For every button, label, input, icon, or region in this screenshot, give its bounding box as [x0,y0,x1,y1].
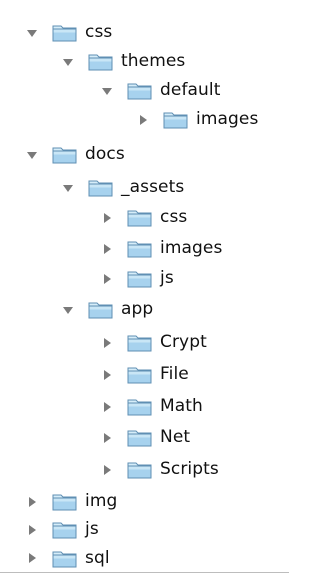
tree-item-label: js [160,268,174,288]
folder-icon [127,397,152,416]
disclosure-triangle-right-icon[interactable] [99,399,115,415]
tree-item-label: themes [121,51,186,71]
tree-row-crypt[interactable]: Crypt [0,328,289,357]
folder-icon [127,269,152,288]
folder-icon [52,145,77,164]
folder-icon [127,428,152,447]
tree-row-scripts[interactable]: Scripts [0,455,289,484]
folder-icon [88,52,113,71]
folder-icon [127,239,152,258]
disclosure-triangle-down-icon[interactable] [24,25,40,41]
folder-icon [127,365,152,384]
disclosure-triangle-right-icon[interactable] [24,494,40,510]
tree-row-js[interactable]: js [0,264,289,293]
tree-row-sql[interactable]: sql [0,544,289,573]
tree-item-label: images [160,238,223,258]
tree-item-label: File [160,364,189,384]
tree-item-label: default [160,80,221,100]
folder-icon [88,178,113,197]
tree-item-label: _assets [121,177,185,197]
tree-item-label: docs [85,144,125,164]
tree-row-math[interactable]: Math [0,392,289,421]
tree-row-themes[interactable]: themes [0,47,289,76]
disclosure-triangle-right-icon[interactable] [24,522,40,538]
tree-item-label: Math [160,396,203,416]
tree-row-images[interactable]: images [0,234,289,263]
disclosure-triangle-right-icon[interactable] [99,367,115,383]
tree-item-label: js [85,519,99,539]
folder-icon [127,81,152,100]
disclosure-triangle-down-icon[interactable] [24,147,40,163]
tree-row-js[interactable]: js [0,515,289,544]
tree-row-docs[interactable]: docs [0,140,289,169]
tree-row-file[interactable]: File [0,360,289,389]
tree-row-css[interactable]: css [0,203,289,232]
folder-icon [163,110,188,129]
tree-row-app[interactable]: app [0,295,289,324]
tree-item-label: images [196,109,259,129]
tree-row-default[interactable]: default [0,76,289,105]
folder-icon [52,520,77,539]
tree-row-images[interactable]: images [0,105,289,134]
tree-item-label: sql [85,547,110,568]
folder-icon [127,208,152,227]
tree-item-label: Crypt [160,332,207,352]
tree-row-img[interactable]: img [0,487,289,516]
disclosure-triangle-down-icon[interactable] [99,83,115,99]
tree-item-label: Net [160,427,191,447]
tree-item-label: css [160,207,188,227]
tree-row-net[interactable]: Net [0,423,289,452]
folder-tree: css themes default images docs _assets c… [0,0,289,574]
disclosure-triangle-right-icon[interactable] [99,430,115,446]
folder-icon [127,333,152,352]
folder-icon [52,23,77,42]
tree-row-css[interactable]: css [0,18,289,47]
folder-icon [52,549,77,568]
disclosure-triangle-down-icon[interactable] [60,54,76,70]
disclosure-triangle-down-icon[interactable] [60,180,76,196]
tree-item-label: css [85,22,113,42]
disclosure-triangle-right-icon[interactable] [99,241,115,257]
disclosure-triangle-right-icon[interactable] [99,462,115,478]
folder-icon [88,300,113,319]
disclosure-triangle-right-icon[interactable] [24,550,40,566]
disclosure-triangle-right-icon[interactable] [135,112,151,128]
folder-icon [52,492,77,511]
tree-item-label: Scripts [160,459,219,479]
disclosure-triangle-down-icon[interactable] [60,302,76,318]
disclosure-triangle-right-icon[interactable] [99,271,115,287]
disclosure-triangle-right-icon[interactable] [99,335,115,351]
folder-icon [127,460,152,479]
tree-item-label: app [121,299,154,319]
tree-row-assets[interactable]: _assets [0,173,289,202]
disclosure-triangle-right-icon[interactable] [99,210,115,226]
tree-item-label: img [85,491,118,511]
